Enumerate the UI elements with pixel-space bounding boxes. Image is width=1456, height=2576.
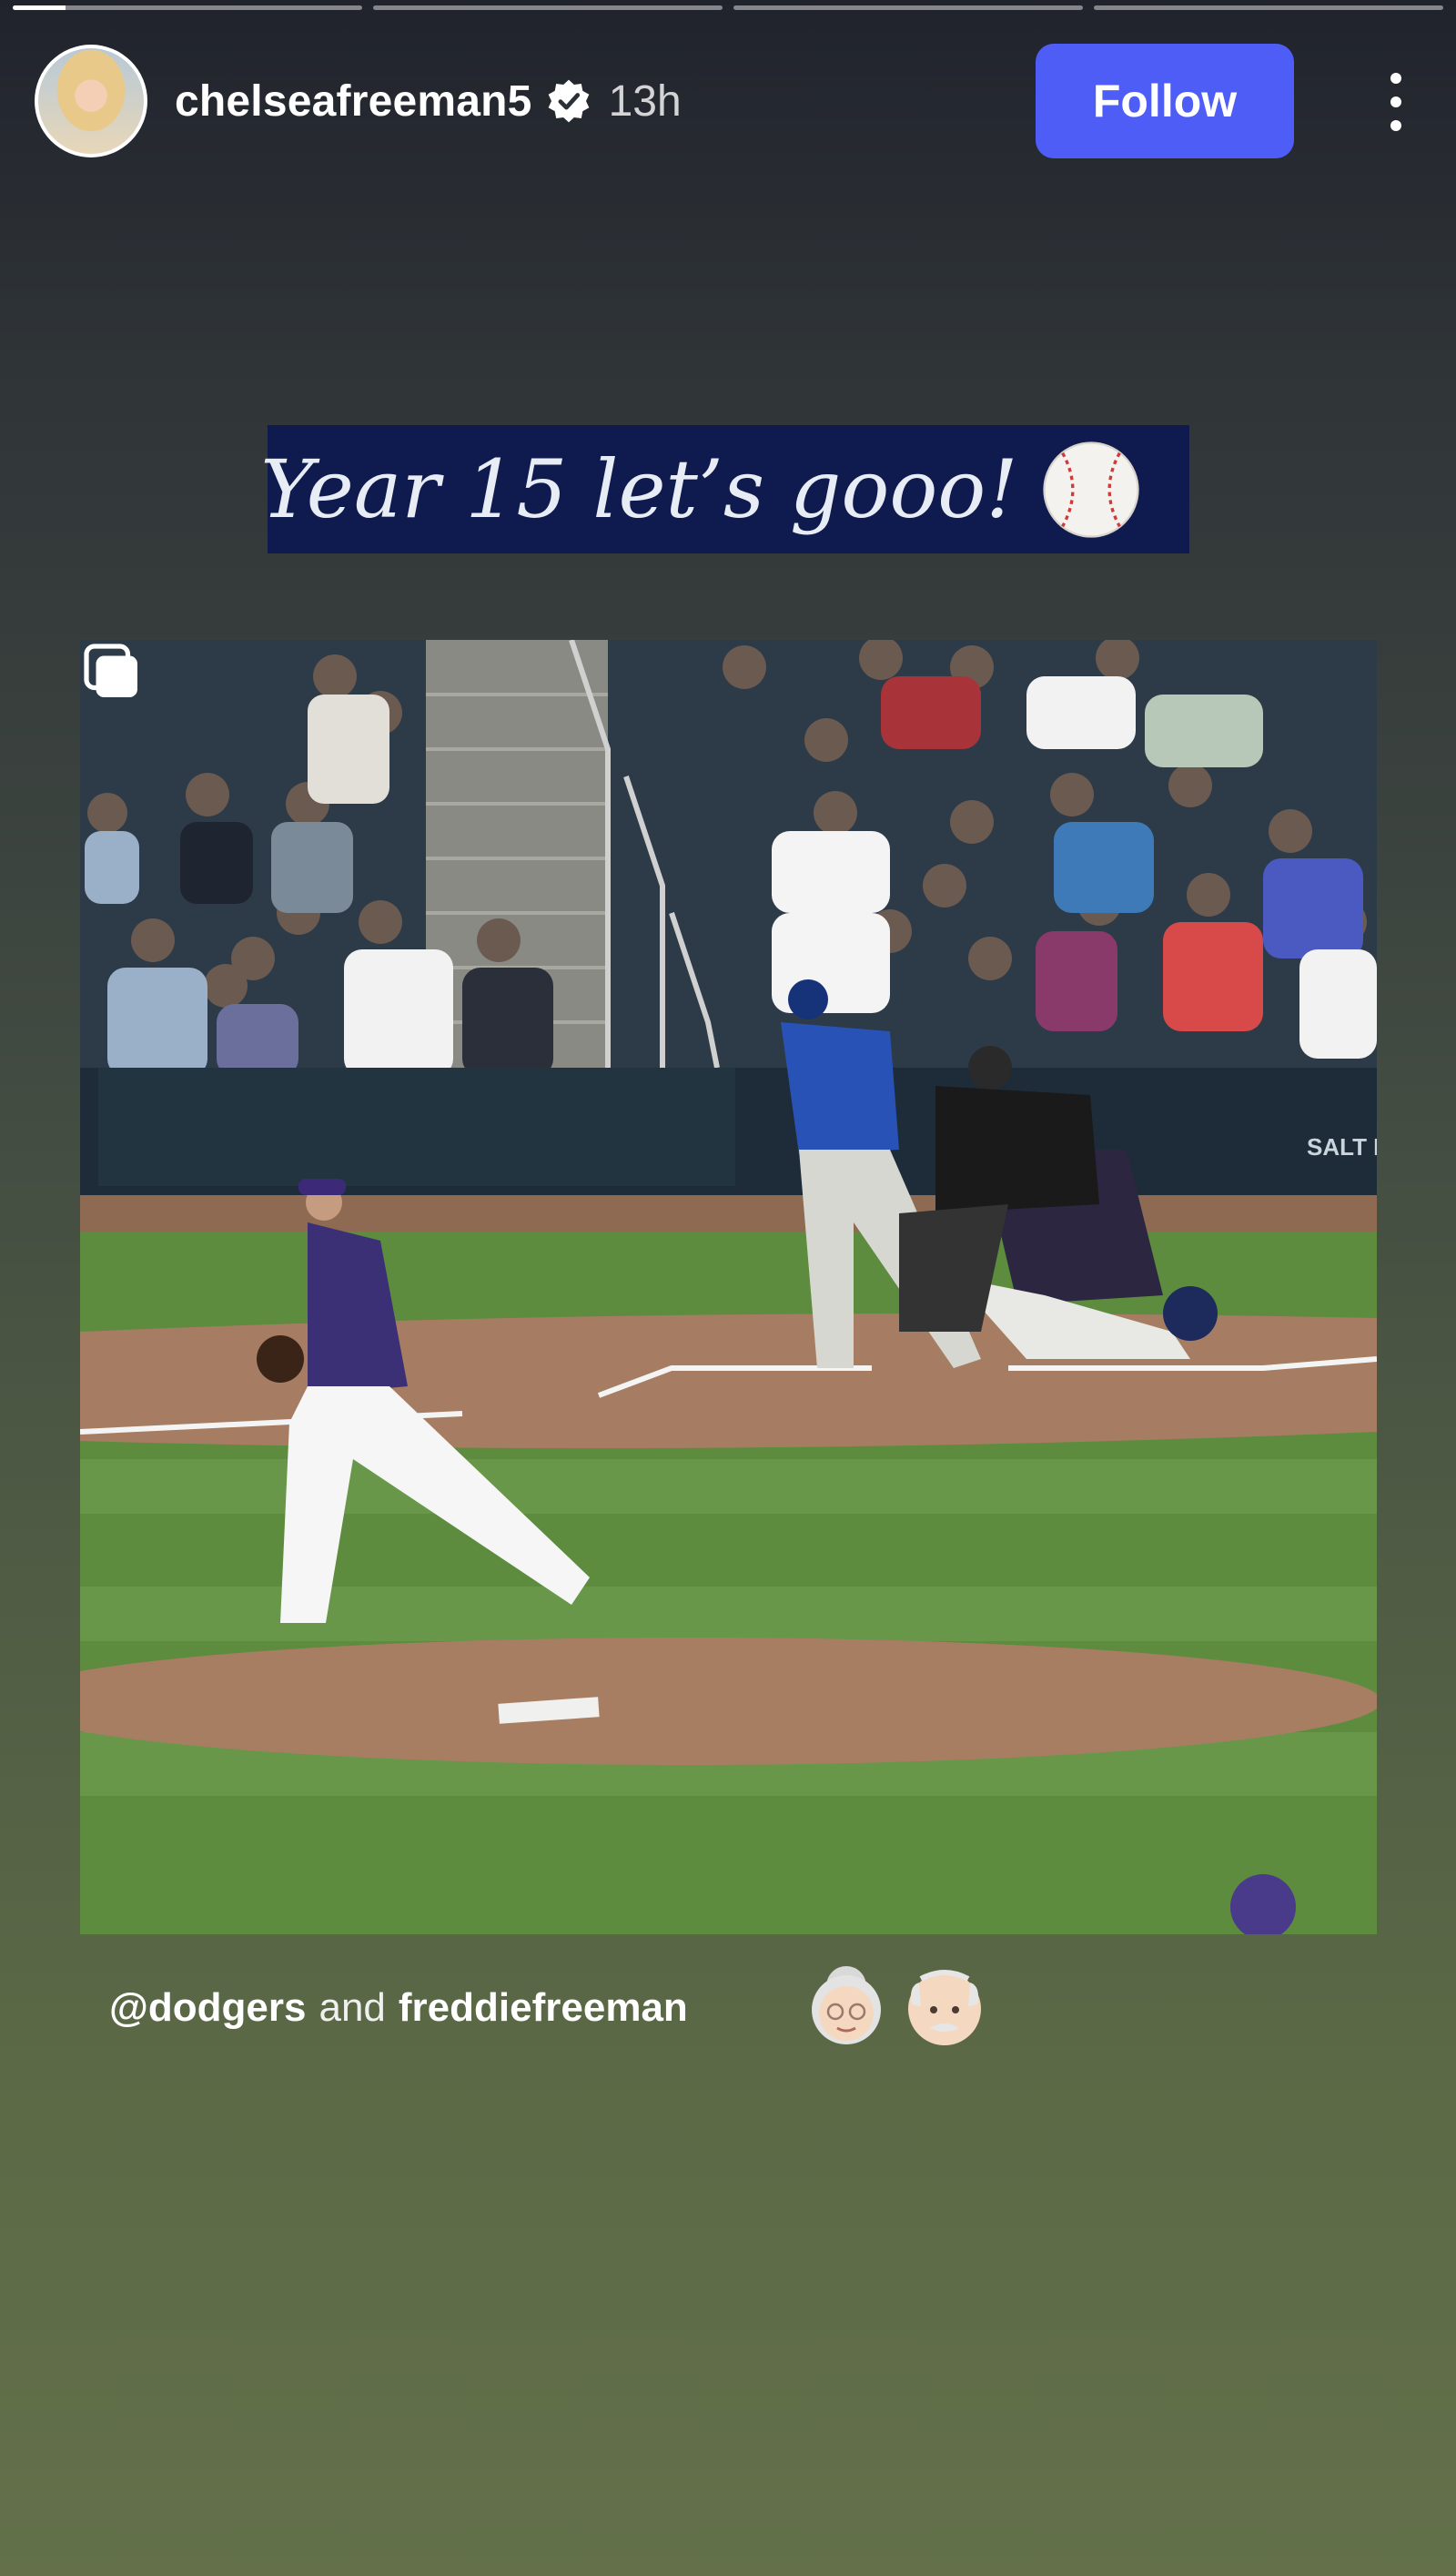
old-woman-emoji-icon <box>812 1966 881 2044</box>
old-man-emoji-icon <box>908 1970 981 2045</box>
baseball-icon <box>1043 441 1139 538</box>
post-time: 13h <box>608 76 682 126</box>
mention-freddiefreeman[interactable]: freddiefreeman <box>399 1985 688 2031</box>
progress-segment-1 <box>13 5 362 10</box>
baseball-field-scene: SALT R <box>80 640 1377 1934</box>
progress-segment-2 <box>373 5 723 10</box>
mentions-joiner: and <box>318 1985 386 2030</box>
avatar[interactable] <box>35 45 147 157</box>
more-options-icon[interactable] <box>1370 66 1421 138</box>
avatar-image <box>38 48 144 154</box>
emoji-stickers <box>801 1959 990 2050</box>
follow-button[interactable]: Follow <box>1036 44 1294 158</box>
story-media[interactable]: SALT R <box>80 640 1377 1934</box>
story-progress-bar <box>13 5 1443 11</box>
progress-segment-4 <box>1094 5 1443 10</box>
mention-dodgers[interactable]: @dodgers <box>109 1985 306 2031</box>
progress-segment-3 <box>733 5 1083 10</box>
caption-text: Year 15 let’s gooo! <box>260 442 1018 536</box>
verified-badge-icon <box>548 79 589 123</box>
wall-banner-text: SALT R <box>1307 1133 1377 1161</box>
carousel-icon <box>84 644 137 697</box>
mentions-line: @dodgers and freddiefreeman <box>109 1985 688 2031</box>
caption-sticker: Year 15 let’s gooo! <box>260 425 1189 553</box>
story-header: chelseafreeman5 13h Follow <box>35 44 1421 158</box>
username[interactable]: chelseafreeman5 <box>175 76 532 127</box>
